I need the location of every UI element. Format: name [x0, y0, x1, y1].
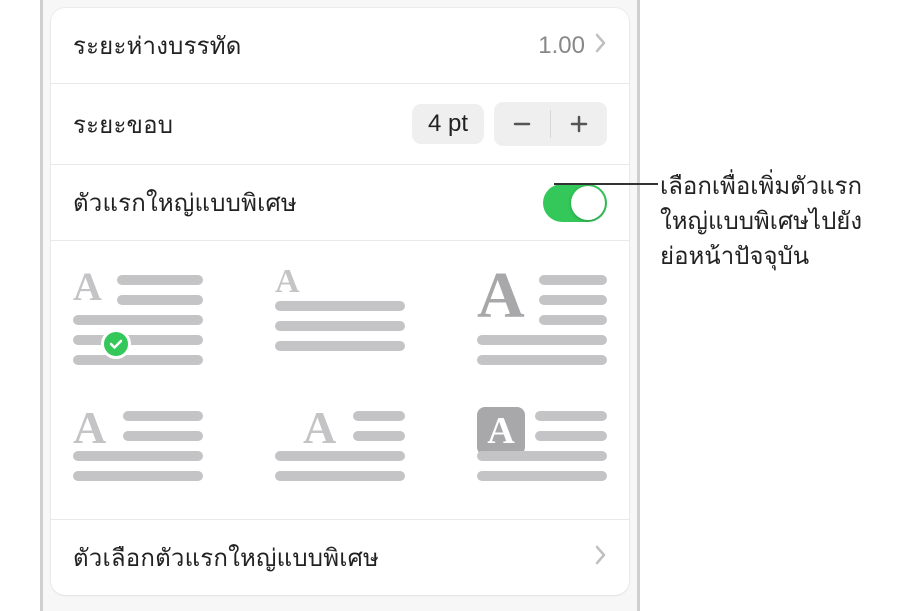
text-lines-icon: [477, 275, 607, 365]
callout-line-2: ใหญ่แบบพิเศษไปยัง: [660, 205, 916, 240]
line-spacing-value-group: 1.00: [538, 32, 607, 60]
drop-cap-style-6[interactable]: A: [477, 401, 607, 491]
drop-cap-style-1[interactable]: A: [73, 269, 203, 359]
margin-stepper: [494, 102, 607, 146]
margin-value[interactable]: 4 pt: [412, 104, 484, 144]
text-lines-icon: [73, 411, 203, 481]
margin-decrease-button[interactable]: [494, 102, 550, 146]
text-lines-icon: [73, 275, 203, 365]
margin-label: ระยะขอบ: [73, 105, 173, 144]
settings-panel: ระยะห่างบรรทัด 1.00 ระยะขอบ 4 pt: [51, 8, 629, 595]
checkmark-icon: [101, 329, 131, 359]
drop-cap-style-4[interactable]: A: [73, 401, 203, 491]
text-lines-icon: [477, 411, 607, 481]
callout-line-1: เลือกเพื่อเพิ่มตัวแรก: [660, 170, 916, 205]
drop-cap-toggle[interactable]: [543, 184, 607, 222]
chevron-right-icon: [595, 33, 607, 58]
drop-cap-style-3[interactable]: A: [477, 269, 607, 359]
drop-cap-row: ตัวแรกใหญ่แบบพิเศษ: [51, 165, 629, 241]
drop-cap-options-row[interactable]: ตัวเลือกตัวแรกใหญ่แบบพิเศษ: [51, 520, 629, 595]
callout-leader-line: [554, 183, 658, 185]
text-lines-icon: [275, 301, 405, 351]
letter-a-icon: A: [275, 265, 300, 299]
text-lines-icon: [275, 411, 405, 481]
line-spacing-row[interactable]: ระยะห่างบรรทัด 1.00: [51, 8, 629, 84]
chevron-right-icon: [595, 545, 607, 570]
drop-cap-options-label: ตัวเลือกตัวแรกใหญ่แบบพิเศษ: [73, 538, 379, 577]
margin-controls: 4 pt: [412, 102, 607, 146]
drop-cap-style-5[interactable]: A: [275, 401, 405, 491]
drop-cap-styles-grid: A A A A: [51, 241, 629, 520]
line-spacing-value: 1.00: [538, 32, 585, 60]
settings-frame: ระยะห่างบรรทัด 1.00 ระยะขอบ 4 pt: [40, 0, 640, 611]
line-spacing-label: ระยะห่างบรรทัด: [73, 26, 242, 65]
margin-increase-button[interactable]: [551, 102, 607, 146]
margin-row: ระยะขอบ 4 pt: [51, 84, 629, 165]
drop-cap-label: ตัวแรกใหญ่แบบพิเศษ: [73, 183, 297, 222]
toggle-knob: [571, 186, 605, 220]
callout-text: เลือกเพื่อเพิ่มตัวแรก ใหญ่แบบพิเศษไปยัง …: [660, 170, 916, 274]
callout-line-3: ย่อหน้าปัจจุบัน: [660, 240, 916, 275]
drop-cap-style-2[interactable]: A: [275, 269, 405, 359]
